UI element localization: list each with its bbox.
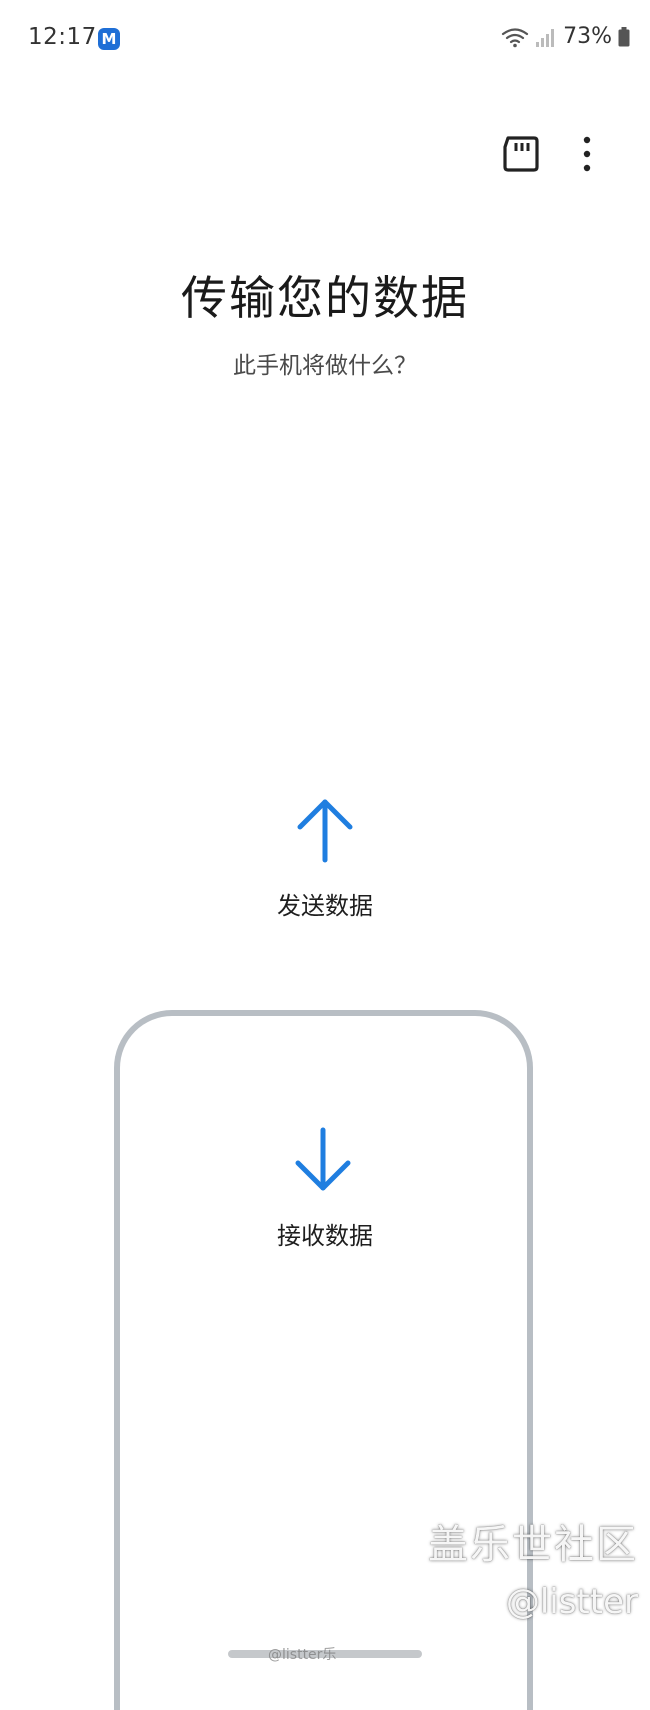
send-data-label: 发送数据 [277, 892, 373, 920]
battery-percent: 73% [563, 24, 612, 49]
app-notification-icon: M [98, 28, 120, 50]
status-bar: 12:17 M 73% [0, 0, 650, 80]
weibo-watermark: @listter乐 [268, 1647, 337, 1663]
arrow-up-icon [297, 799, 353, 863]
receive-data-label: 接收数据 [277, 1222, 373, 1250]
status-indicators: 73% [501, 24, 630, 49]
sd-card-icon[interactable] [502, 134, 540, 174]
signal-icon [536, 28, 555, 47]
status-time: 12:17 [28, 24, 97, 50]
page-subtitle: 此手机将做什么？ [233, 353, 417, 379]
receive-data-card[interactable] [114, 1010, 533, 1710]
arrow-down-icon [295, 1127, 351, 1191]
watermark-brand: 盖乐世社区 [428, 1522, 638, 1568]
more-vertical-icon[interactable] [576, 134, 598, 174]
page-title: 传输您的数据 [181, 271, 469, 325]
send-data-button[interactable]: 发送数据 [225, 784, 425, 924]
wifi-icon [501, 27, 529, 47]
battery-icon [618, 26, 630, 46]
watermark-handle: @listter [505, 1582, 638, 1622]
